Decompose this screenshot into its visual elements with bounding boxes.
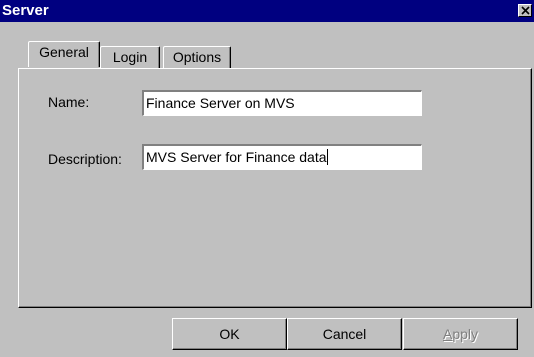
ok-button[interactable]: OK: [172, 318, 287, 350]
close-icon: [521, 6, 530, 15]
tab-options-label: Options: [172, 49, 222, 65]
apply-access-key: A: [442, 326, 453, 342]
cancel-button[interactable]: Cancel: [287, 318, 402, 350]
apply-label-rest: pply: [452, 326, 479, 342]
name-field-value: Finance Server on MVS: [146, 95, 295, 111]
window-title: Server: [2, 2, 49, 19]
apply-button[interactable]: Apply: [403, 318, 518, 350]
close-button[interactable]: [518, 4, 532, 17]
tab-login[interactable]: Login: [100, 46, 160, 68]
tab-options[interactable]: Options: [163, 46, 231, 68]
text-caret: [326, 149, 328, 165]
tab-general[interactable]: General: [28, 41, 100, 67]
tab-login-label: Login: [112, 49, 148, 65]
description-field-value: MVS Server for Finance data: [146, 149, 327, 165]
description-field[interactable]: MVS Server for Finance data: [142, 144, 422, 170]
server-dialog: Server General Login Options Name: Finan…: [0, 0, 534, 357]
name-field[interactable]: Finance Server on MVS: [142, 90, 422, 116]
title-bar[interactable]: Server: [0, 0, 534, 22]
tab-general-label: General: [39, 44, 89, 60]
